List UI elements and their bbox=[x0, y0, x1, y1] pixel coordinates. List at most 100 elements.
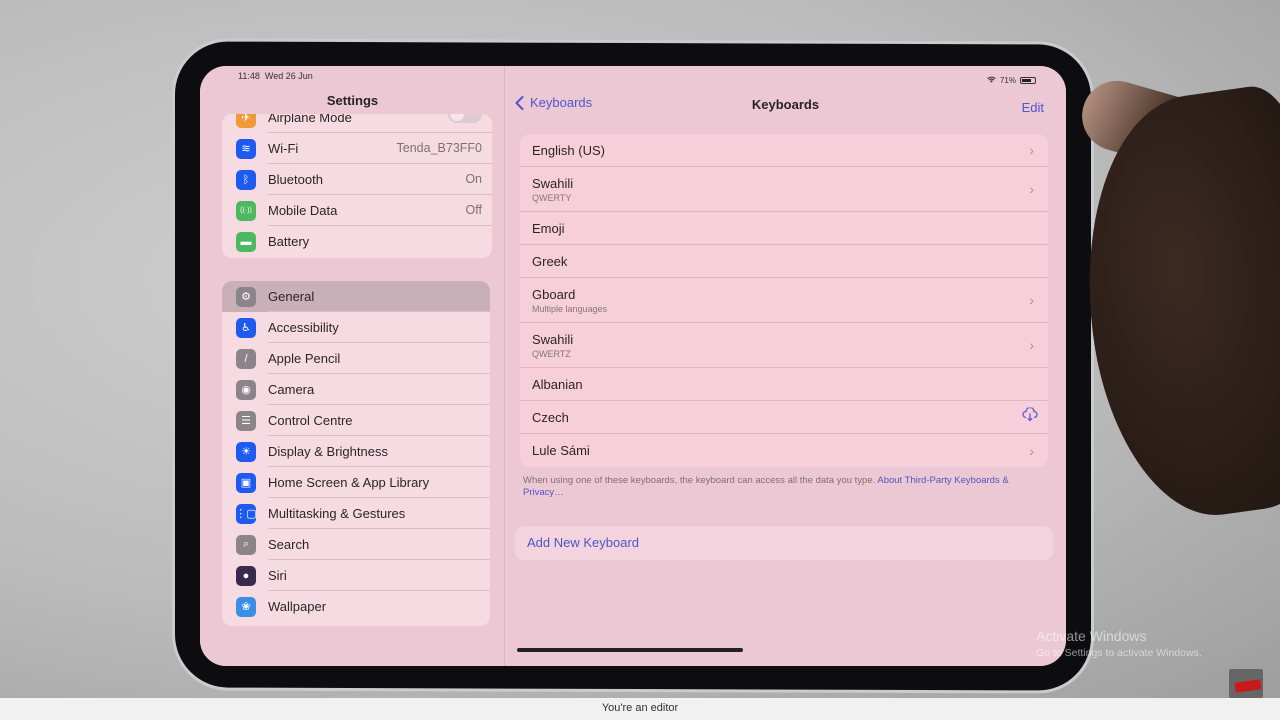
watermark-title: Activate Windows bbox=[1036, 628, 1147, 644]
sidebar-item-label: Bluetooth bbox=[268, 164, 492, 195]
date-label: Wed 26 Jun bbox=[264, 71, 313, 81]
sidebar-item-siri[interactable]: ● Siri bbox=[222, 560, 490, 591]
keyboard-row[interactable]: Lule Sámi › bbox=[520, 434, 1048, 467]
siri-icon: ● bbox=[236, 565, 256, 586]
status-time: 11:48 Wed 26 Jun bbox=[238, 71, 313, 81]
keyboard-name: Swahili bbox=[532, 175, 574, 191]
hand bbox=[1061, 81, 1280, 529]
sidebar-item-control-centre[interactable]: ☰ Control Centre bbox=[222, 405, 490, 436]
sun-icon: ☀ bbox=[236, 441, 256, 462]
airplane-icon: ✈ bbox=[236, 114, 256, 128]
sidebar-item-value: On bbox=[465, 172, 482, 186]
sidebar-item-camera[interactable]: ◉ Camera bbox=[222, 374, 490, 405]
multitasking-icon: ⋮▢ bbox=[235, 503, 257, 524]
settings-group-system: ⚙ General ♿ Accessibility / Apple Pencil ◉ Came… bbox=[222, 281, 490, 626]
sidebar-item-label: Home Screen & App Library bbox=[268, 467, 490, 498]
chevron-right-icon: › bbox=[1029, 442, 1034, 459]
sidebar-item-label: Battery bbox=[268, 234, 310, 249]
sidebar-item-mobile-data[interactable]: ((·)) Mobile Data Off bbox=[222, 195, 492, 226]
sidebar-item-label: Display & Brightness bbox=[268, 436, 490, 467]
sidebar-item-wi-fi[interactable]: ≋ Wi-Fi Tenda_B73FF0 bbox=[222, 133, 492, 164]
keyboards-pane: 71% Keyboards Keyboards Edit English (US… bbox=[505, 66, 1066, 666]
video-frame: 11:48 Wed 26 Jun Settings ✈ Airplane Mode… bbox=[0, 0, 1280, 698]
settings-title: Settings bbox=[326, 93, 379, 108]
keyboard-name: Emoji bbox=[532, 220, 565, 236]
gear-icon: ⚙ bbox=[236, 286, 256, 307]
page-title: Keyboards bbox=[751, 97, 820, 112]
editor-status: You're an editor bbox=[601, 702, 679, 714]
add-new-keyboard-button[interactable]: Add New Keyboard bbox=[515, 526, 1053, 560]
home-screen-icon: ▣ bbox=[236, 472, 256, 493]
keyboard-row[interactable]: Albanian bbox=[520, 368, 1048, 401]
keyboard-row[interactable]: Greek bbox=[520, 245, 1048, 278]
sidebar-item-value: Off bbox=[465, 203, 482, 217]
privacy-note-text: When using one of these keyboards, the k… bbox=[523, 475, 878, 486]
sidebar-item-battery[interactable]: ▬ Battery bbox=[222, 226, 492, 257]
camera-icon: ◉ bbox=[236, 379, 256, 400]
sidebar-item-value: Tenda_B73FF0 bbox=[396, 141, 482, 155]
battery-percent: 71% bbox=[999, 76, 1016, 85]
keyboard-row[interactable]: Gboard Multiple languages › bbox=[520, 278, 1048, 323]
privacy-note: When using one of these keyboards, the k… bbox=[523, 475, 1033, 499]
home-indicator[interactable] bbox=[517, 648, 743, 652]
airplane-mode-toggle[interactable] bbox=[448, 114, 482, 123]
sidebar-item-label: Multitasking & Gestures bbox=[268, 498, 490, 529]
keyboard-list: English (US) › Swahili QWERTY › Emoji Greek Gbo… bbox=[520, 134, 1048, 467]
keyboard-name: Swahili bbox=[532, 331, 574, 347]
chevron-right-icon: › bbox=[1029, 181, 1034, 197]
keyboard-row[interactable]: English (US) › bbox=[520, 134, 1048, 167]
sidebar-item-home-screen-app-library[interactable]: ▣ Home Screen & App Library bbox=[222, 467, 490, 498]
sidebar-item-wallpaper[interactable]: ❀ Wallpaper bbox=[222, 591, 490, 622]
keyboard-name: Albanian bbox=[532, 376, 583, 392]
keyboard-row[interactable]: Swahili QWERTZ › bbox=[520, 323, 1048, 368]
antenna-icon: ((·)) bbox=[236, 200, 256, 221]
settings-sidebar: 11:48 Wed 26 Jun Settings ✈ Airplane Mode… bbox=[200, 66, 505, 666]
sidebar-item-accessibility[interactable]: ♿ Accessibility bbox=[222, 312, 490, 343]
sidebar-item-search[interactable]: ⌕ Search bbox=[222, 529, 490, 560]
keyboard-name: Czech bbox=[532, 409, 569, 425]
battery-status-icon bbox=[1020, 77, 1036, 84]
ipad-screen: 11:48 Wed 26 Jun Settings ✈ Airplane Mode… bbox=[200, 66, 1066, 666]
keyboard-name: Lule Sámi bbox=[532, 443, 590, 458]
search-icon: ⌕ bbox=[236, 534, 256, 555]
edit-button[interactable]: Edit bbox=[1022, 100, 1044, 115]
sidebar-item-label: Wallpaper bbox=[268, 599, 327, 614]
sidebar-item-label: Siri bbox=[268, 560, 490, 591]
flower-icon: ❀ bbox=[236, 596, 256, 617]
keyboard-name: Greek bbox=[532, 253, 568, 269]
chevron-right-icon: › bbox=[1029, 337, 1034, 353]
activate-windows-watermark: Activate Windows Go to Settings to activ… bbox=[1036, 628, 1202, 659]
battery-icon: ▬ bbox=[236, 231, 256, 252]
keyboard-name: English (US) bbox=[532, 142, 605, 158]
sidebar-item-label: Apple Pencil bbox=[268, 343, 490, 374]
switches-icon: ☰ bbox=[236, 410, 256, 431]
keyboard-name: Gboard bbox=[532, 286, 576, 302]
sidebar-item-label: Mobile Data bbox=[268, 195, 492, 226]
keyboard-subtitle: QWERTY bbox=[532, 192, 572, 203]
sidebar-item-display-brightness[interactable]: ☀ Display & Brightness bbox=[222, 436, 490, 467]
keyboard-row[interactable]: Swahili QWERTY › bbox=[520, 167, 1048, 212]
sidebar-item-label: Control Centre bbox=[268, 405, 490, 436]
status-bar-right: 71% bbox=[987, 76, 1036, 85]
cloud-download-icon[interactable] bbox=[1022, 406, 1038, 427]
keyboard-subtitle: QWERTZ bbox=[532, 348, 571, 359]
pencil-icon: / bbox=[236, 348, 256, 369]
channel-thumbnail[interactable] bbox=[1229, 669, 1263, 698]
keyboard-row[interactable]: Emoji bbox=[520, 212, 1048, 245]
keyboard-row[interactable]: Czech bbox=[520, 401, 1048, 434]
bottom-status-bar: You're an editor bbox=[0, 698, 1280, 720]
watermark-subtitle: Go to Settings to activate Windows. bbox=[1036, 647, 1202, 659]
sidebar-item-label: Search bbox=[268, 529, 490, 560]
sidebar-item-apple-pencil[interactable]: / Apple Pencil bbox=[222, 343, 490, 374]
sidebar-item-general[interactable]: ⚙ General bbox=[222, 281, 490, 312]
sidebar-item-bluetooth[interactable]: ᛒ Bluetooth On bbox=[222, 164, 492, 195]
wifi-icon: ≋ bbox=[236, 138, 256, 159]
bluetooth-icon: ᛒ bbox=[236, 169, 256, 190]
wifi-status-icon bbox=[987, 76, 996, 85]
sidebar-item-airplane-mode[interactable]: ✈ Airplane Mode bbox=[222, 114, 492, 133]
sidebar-item-label: Camera bbox=[268, 374, 490, 405]
accessibility-icon: ♿ bbox=[236, 317, 256, 338]
sidebar-item-label: Accessibility bbox=[268, 312, 490, 343]
chevron-right-icon: › bbox=[1029, 142, 1034, 158]
sidebar-item-multitasking-gestures[interactable]: ⋮▢ Multitasking & Gestures bbox=[222, 498, 490, 529]
